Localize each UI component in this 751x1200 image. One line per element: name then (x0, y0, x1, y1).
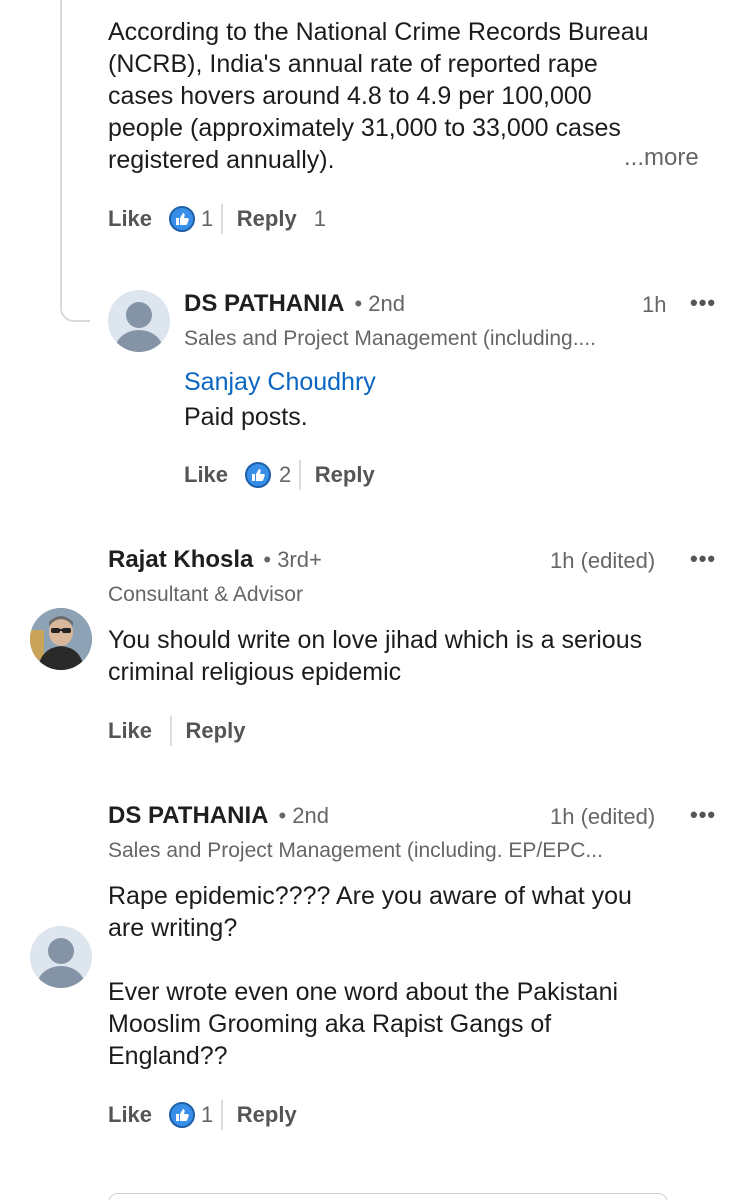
reply-button[interactable]: Reply (186, 718, 246, 744)
action-divider (221, 204, 223, 234)
avatar[interactable] (108, 290, 170, 352)
action-divider (170, 716, 172, 746)
like-button[interactable]: Like (184, 462, 228, 488)
comment-actions: Like 1 Reply 1 (108, 202, 326, 236)
comment-actions: Like Reply (108, 714, 245, 748)
timestamp: 1h (642, 292, 667, 317)
action-divider (221, 1100, 223, 1130)
mention-link[interactable]: Sanjay Choudhry (184, 368, 376, 397)
author-headline: Sales and Project Management (including.… (184, 327, 597, 350)
avatar[interactable] (30, 926, 92, 988)
like-button[interactable]: Like (108, 718, 152, 744)
comment-body: You should write on love jihad which is … (108, 626, 643, 686)
thread-connector-line (60, 0, 90, 322)
comment-author-row: DS PATHANIA • 2nd (108, 802, 329, 830)
thumbs-up-icon[interactable] (169, 206, 196, 232)
thumbs-up-icon[interactable] (245, 462, 272, 488)
thumbs-up-icon[interactable] (169, 1102, 196, 1128)
author-headline: Consultant & Advisor (108, 583, 303, 606)
comment-actions: Like 2 Reply (184, 458, 375, 492)
connection-degree: • 2nd (354, 291, 405, 316)
reaction-count[interactable]: 1 (201, 1102, 213, 1128)
reply-button[interactable]: Reply (315, 462, 375, 488)
reply-button[interactable]: Reply (237, 1102, 297, 1128)
reply-button[interactable]: Reply (237, 206, 297, 232)
like-button[interactable]: Like (108, 206, 152, 232)
comment-author-row: DS PATHANIA • 2nd (184, 290, 405, 318)
connection-degree: • 3rd+ (263, 547, 322, 572)
like-button[interactable]: Like (108, 1102, 152, 1128)
timestamp: 1h (edited) (550, 804, 656, 829)
comment-body: Paid posts. (184, 403, 308, 431)
comment-actions: Like 1 Reply (108, 1098, 297, 1132)
timestamp: 1h (edited) (550, 548, 656, 573)
comment-input-box[interactable] (108, 1193, 668, 1200)
more-options-icon[interactable]: ••• (690, 802, 716, 828)
more-options-icon[interactable]: ••• (690, 546, 716, 572)
connection-degree: • 2nd (278, 803, 329, 828)
author-name[interactable]: DS PATHANIA (184, 290, 344, 318)
more-options-icon[interactable]: ••• (690, 290, 716, 316)
comment-body: Rape epidemic???? Are you aware of what … (108, 882, 632, 1070)
author-headline: Sales and Project Management (including.… (108, 839, 603, 862)
author-name[interactable]: DS PATHANIA (108, 802, 268, 830)
see-more-link[interactable]: ...more (624, 144, 699, 172)
avatar[interactable] (30, 608, 92, 670)
reaction-count[interactable]: 1 (201, 206, 213, 232)
comment-author-row: Rajat Khosla • 3rd+ (108, 546, 322, 574)
author-name[interactable]: Rajat Khosla (108, 546, 253, 574)
reply-count[interactable]: 1 (314, 206, 326, 232)
profile-photo (30, 608, 92, 670)
action-divider (299, 460, 301, 490)
reaction-count[interactable]: 2 (279, 462, 291, 488)
